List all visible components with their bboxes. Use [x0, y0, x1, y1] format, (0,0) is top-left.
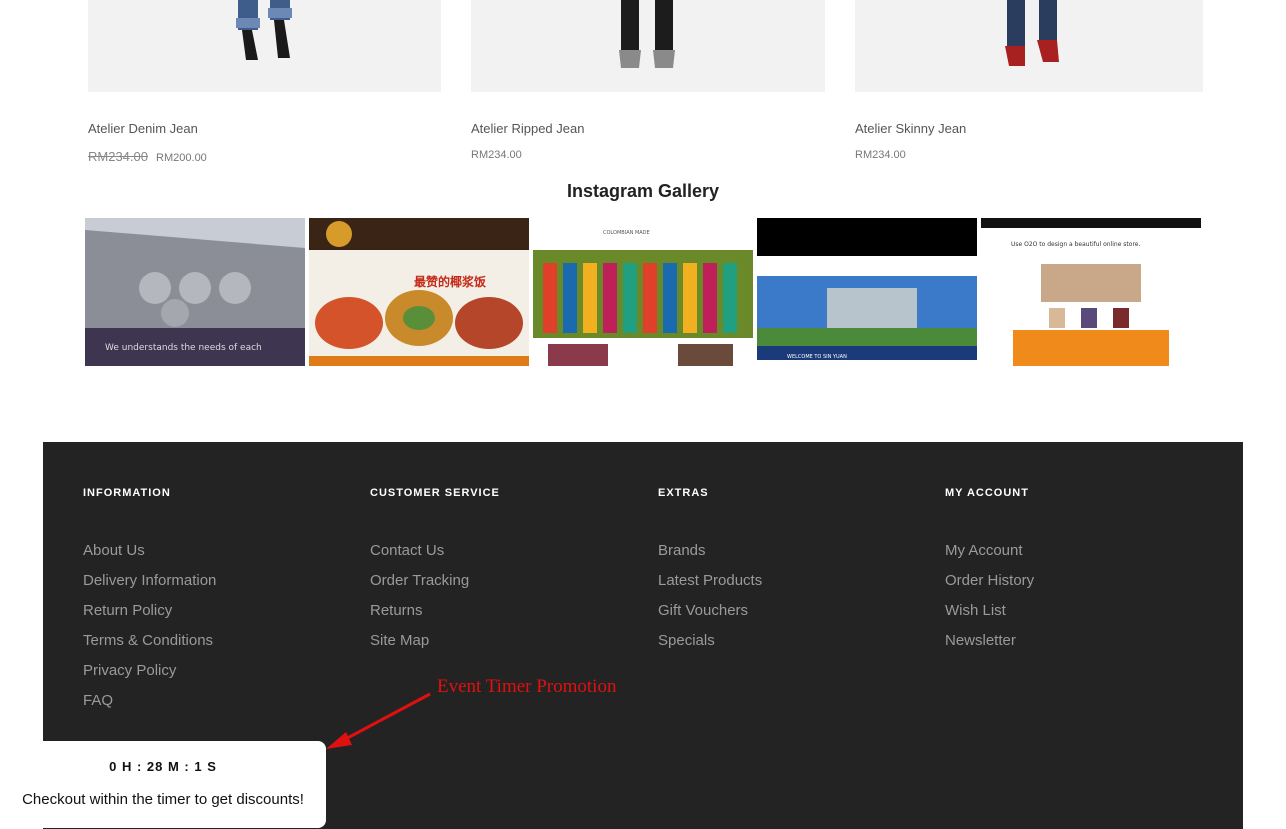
footer-link-faq[interactable]: FAQ [83, 686, 216, 716]
product-sale-price: RM234.00 [471, 149, 522, 161]
annotation-label: Event Timer Promotion [437, 676, 617, 697]
footer-column-information: INFORMATION About Us Delivery Informatio… [83, 487, 216, 716]
store-website-thumbnail: Use O2O to design a beautiful online sto… [981, 218, 1201, 366]
timer-message: Checkout within the timer to get discoun… [22, 791, 304, 808]
footer-link-specials[interactable]: Specials [658, 626, 762, 656]
instagram-item[interactable]: Use O2O to design a beautiful online sto… [981, 218, 1201, 366]
food-website-thumbnail: 最赞的椰浆饭 [309, 218, 529, 366]
footer-link-order-tracking[interactable]: Order Tracking [370, 566, 500, 596]
product-image[interactable] [471, 0, 825, 92]
instagram-caption: Use O2O to design a beautiful online sto… [1011, 241, 1140, 248]
footer-column-my-account: MY ACCOUNT My Account Order History Wish… [945, 487, 1034, 656]
instagram-item[interactable]: WELCOME TO SIN YUAN [757, 218, 977, 366]
skinny-jeans-legs-image [1005, 0, 1059, 66]
corporate-website-thumbnail: WELCOME TO SIN YUAN [757, 218, 977, 366]
product-sale-price: RM234.00 [855, 149, 906, 161]
footer-link-brands[interactable]: Brands [658, 536, 762, 566]
product-sale-price: RM200.00 [156, 152, 207, 164]
footer-column-customer-service: CUSTOMER SERVICE Contact Us Order Tracki… [370, 487, 500, 656]
event-timer-popup[interactable]: 0 H : 28 M : 1 S Checkout within the tim… [0, 741, 326, 828]
instagram-gallery-title: Instagram Gallery [566, 181, 720, 201]
product-price: RM234.00 [471, 149, 522, 161]
footer-link-order-history[interactable]: Order History [945, 566, 1034, 596]
footer-column-extras: EXTRAS Brands Latest Products Gift Vouch… [658, 487, 762, 656]
instagram-caption: WELCOME TO SIN YUAN [787, 354, 847, 360]
instagram-caption: COLOMBIAN MADE [603, 230, 650, 236]
product-name[interactable]: Atelier Ripped Jean [471, 121, 584, 136]
footer-heading: CUSTOMER SERVICE [370, 487, 500, 499]
footer-link-newsletter[interactable]: Newsletter [945, 626, 1034, 656]
footer-link-my-account[interactable]: My Account [945, 536, 1034, 566]
footer-link-returns[interactable]: Returns [370, 596, 500, 626]
footer-heading: INFORMATION [83, 487, 171, 499]
footer-link-latest-products[interactable]: Latest Products [658, 566, 762, 596]
instagram-caption: 最赞的椰浆饭 [414, 274, 486, 289]
footer-link-privacy[interactable]: Privacy Policy [83, 656, 216, 686]
footer-link-about-us[interactable]: About Us [83, 536, 216, 566]
product-price: RM234.00 [855, 149, 906, 161]
footer-heading: MY ACCOUNT [945, 487, 1029, 499]
footer-link-contact-us[interactable]: Contact Us [370, 536, 500, 566]
instagram-item[interactable]: We understands the needs of each [85, 218, 305, 366]
instagram-item[interactable]: COLOMBIAN MADE [533, 218, 753, 366]
footer-link-return-policy[interactable]: Return Policy [83, 596, 216, 626]
footer-link-wish-list[interactable]: Wish List [945, 596, 1034, 626]
product-image[interactable] [855, 0, 1203, 92]
denim-jeans-legs-image [236, 0, 292, 60]
countdown-timer: 0 H : 28 M : 1 S [109, 759, 217, 774]
product-price: RM234.00 RM200.00 [88, 149, 207, 164]
footer-link-gift-vouchers[interactable]: Gift Vouchers [658, 596, 762, 626]
product-image[interactable] [88, 0, 441, 92]
textile-website-thumbnail: COLOMBIAN MADE [533, 218, 753, 366]
instagram-item[interactable]: 最赞的椰浆饭 [309, 218, 529, 366]
footer-link-site-map[interactable]: Site Map [370, 626, 500, 656]
product-old-price: RM234.00 [88, 149, 148, 164]
ripped-jeans-legs-image [619, 0, 675, 68]
instagram-caption: We understands the needs of each [105, 343, 262, 353]
product-name[interactable]: Atelier Denim Jean [88, 121, 198, 136]
footer-heading: EXTRAS [658, 487, 709, 499]
footer-link-delivery[interactable]: Delivery Information [83, 566, 216, 596]
footer-link-terms[interactable]: Terms & Conditions [83, 626, 216, 656]
office-website-thumbnail: We understands the needs of each [85, 218, 305, 366]
annotation-arrow-icon [326, 692, 431, 749]
product-name[interactable]: Atelier Skinny Jean [855, 121, 966, 136]
